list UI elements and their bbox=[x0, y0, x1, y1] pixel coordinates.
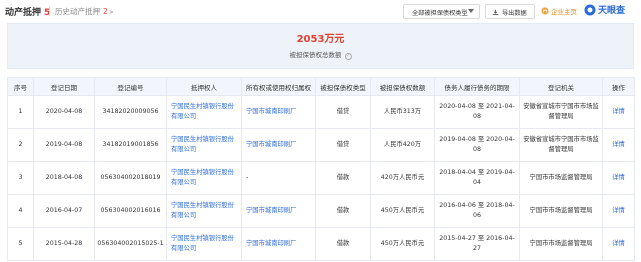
debt-type-select-value: 全部被担保债权类型 bbox=[412, 10, 468, 17]
total-debt-amount: 2053万元 bbox=[296, 34, 345, 45]
details-link[interactable]: 详情 bbox=[602, 161, 635, 195]
debt-type: 借款 bbox=[315, 227, 371, 261]
export-label: 导出数据 bbox=[502, 10, 527, 17]
registration-number: 056304002016016 bbox=[94, 194, 167, 228]
table-header-row: 序号 登记日期 登记编号 抵押权人 所有权或使用权归属权 被担保债权类型 被担保债权数额 债务… bbox=[7, 77, 635, 96]
column-header: 债务人履行债务的期限 bbox=[434, 77, 520, 96]
debt-term: 2018-04-04 至 2019-04-04 bbox=[434, 161, 520, 195]
debt-term: 2016-04-06 至 2018-04-06 bbox=[434, 194, 520, 228]
owner-link[interactable]: 宁国市城南印刷厂 bbox=[241, 194, 316, 228]
debt-type-select[interactable]: 全部被担保债权类型 bbox=[403, 4, 480, 19]
registration-number: 056304002015025-1 bbox=[94, 227, 167, 261]
registration-date: 2020-04-08 bbox=[33, 95, 95, 129]
summary-panel: 2053万元 被担保债权总数额? bbox=[7, 23, 634, 69]
tianyancha-logo: 天眼查 bbox=[584, 3, 625, 18]
tab-bar: 动产抵押 5 历史动产抵押 2> 全部被担保债权类型 导出数据 企业主页 天眼查 bbox=[0, 0, 641, 22]
row-index: 3 bbox=[7, 161, 34, 195]
tab-divider bbox=[49, 6, 50, 16]
mortgage-table: 序号 登记日期 登记编号 抵押权人 所有权或使用权归属权 被担保债权类型 被担保债权数额 债务… bbox=[7, 77, 635, 261]
logo-text: 天眼查 bbox=[598, 6, 626, 16]
tab-history-mortgage[interactable]: 历史动产抵押 2> bbox=[55, 6, 114, 17]
column-header: 登记机关 bbox=[519, 77, 603, 96]
table-row: 1 2020-04-08 34182020009056 宁国民生村镇银行股份有限公司宁… bbox=[7, 95, 635, 129]
registration-number: 34182019001856 bbox=[94, 128, 167, 162]
details-link[interactable]: 详情 bbox=[602, 194, 635, 228]
table-row: 2 2019-04-08 34182019001856 宁国民生村镇银行股份有限公司宁… bbox=[7, 128, 635, 162]
debt-amount: 450万人民币元 bbox=[370, 194, 435, 228]
registration-authority: 安徽省宣城市宁国市市场监督管理局 bbox=[519, 95, 603, 129]
debt-amount: 人民币313万 bbox=[370, 95, 435, 129]
details-link[interactable]: 详情 bbox=[602, 128, 635, 162]
debt-type: 借款 bbox=[315, 161, 371, 195]
export-button[interactable]: 导出数据 bbox=[485, 4, 535, 19]
registration-authority: 宁国市市场监督管理局 bbox=[519, 227, 603, 261]
total-debt-label: 被担保债权总数额? bbox=[8, 49, 633, 60]
column-header: 所有权或使用权归属权 bbox=[241, 77, 316, 96]
row-index: 1 bbox=[7, 95, 34, 129]
debt-amount: 420万人民币元 bbox=[370, 161, 435, 195]
table-row: 3 2018-04-08 056304002018019 宁国民生村镇银行股份有限公司… bbox=[7, 161, 635, 195]
mortgagee-link[interactable]: 宁国民生村镇银行股份有限公司 bbox=[166, 95, 242, 129]
column-header: 操作 bbox=[602, 77, 635, 96]
enterprise-icon bbox=[541, 7, 549, 15]
debt-amount: 450万人民币元 bbox=[370, 227, 435, 261]
column-header: 登记日期 bbox=[33, 77, 95, 96]
enterprise-homepage-link[interactable]: 企业主页 bbox=[541, 6, 577, 16]
details-link[interactable]: 详情 bbox=[602, 95, 635, 129]
registration-date: 2018-04-08 bbox=[33, 161, 95, 195]
column-header: 序号 bbox=[7, 77, 34, 96]
registration-number: 056304002018019 bbox=[94, 161, 167, 195]
table-body: 1 2020-04-08 34182020009056 宁国民生村镇银行股份有限公司宁… bbox=[7, 95, 635, 261]
owner-link[interactable]: 宁国市城南印刷厂 bbox=[241, 95, 316, 129]
registration-authority: 安徽省宣城市宁国市市场监督管理局 bbox=[519, 128, 603, 162]
table-row: 4 2016-04-07 056304002016016 宁国民生村镇银行股份有限公司… bbox=[7, 194, 635, 228]
column-header: 登记编号 bbox=[94, 77, 167, 96]
owner-link[interactable]: 宁国市城南印刷厂 bbox=[241, 128, 316, 162]
registration-authority: 宁国市市场监督管理局 bbox=[519, 194, 603, 228]
registration-date: 2016-04-07 bbox=[33, 194, 95, 228]
debt-amount: 人民币420万 bbox=[370, 128, 435, 162]
registration-date: 2015-04-28 bbox=[33, 227, 95, 261]
tab-history-label: 历史动产抵押 bbox=[55, 7, 100, 16]
debt-type: 借贷 bbox=[315, 128, 371, 162]
details-link[interactable]: 详情 bbox=[602, 227, 635, 261]
mortgagee-link[interactable]: 宁国民生村镇银行股份有限公司 bbox=[166, 227, 242, 261]
row-index: 2 bbox=[7, 128, 34, 162]
download-icon bbox=[492, 9, 499, 16]
debt-term: 2015-04-27 至 2016-04-27 bbox=[434, 227, 520, 261]
owner-link: - bbox=[241, 161, 316, 195]
enterprise-label: 企业主页 bbox=[551, 8, 577, 16]
chevron-down-icon bbox=[468, 9, 474, 13]
table-row: 5 2015-04-28 056304002015025-1 宁国民生村镇银行股份有限… bbox=[7, 227, 635, 261]
tab-history-count: 2 bbox=[103, 7, 108, 16]
logo-icon bbox=[584, 4, 596, 16]
row-index: 5 bbox=[7, 227, 34, 261]
column-header: 抵押权人 bbox=[166, 77, 242, 96]
mortgagee-link[interactable]: 宁国民生村镇银行股份有限公司 bbox=[166, 161, 242, 195]
chevron-right-icon: > bbox=[108, 9, 114, 16]
debt-type: 借款 bbox=[315, 194, 371, 228]
tab-chattel-mortgage-label: 动产抵押 bbox=[5, 8, 42, 18]
column-header: 被担保债权数额 bbox=[370, 77, 435, 96]
row-index: 4 bbox=[7, 194, 34, 228]
column-header: 被担保债权类型 bbox=[315, 77, 371, 96]
help-icon[interactable]: ? bbox=[344, 53, 352, 60]
debt-term: 2019-04-08 至 2020-04-08 bbox=[434, 128, 520, 162]
debt-type: 借贷 bbox=[315, 95, 371, 129]
mortgagee-link[interactable]: 宁国民生村镇银行股份有限公司 bbox=[166, 194, 242, 228]
registration-authority: 宁国市市场监督管理局 bbox=[519, 161, 603, 195]
registration-date: 2019-04-08 bbox=[33, 128, 95, 162]
debt-term: 2020-04-08 至 2021-04-08 bbox=[434, 95, 520, 129]
mortgagee-link[interactable]: 宁国民生村镇银行股份有限公司 bbox=[166, 128, 242, 162]
owner-link[interactable]: 宁国市城南印刷厂 bbox=[241, 227, 316, 261]
tab-chattel-mortgage[interactable]: 动产抵押 5 bbox=[5, 5, 50, 18]
registration-number: 34182020009056 bbox=[94, 95, 167, 129]
total-debt-label-text: 被担保债权总数额 bbox=[289, 51, 342, 59]
